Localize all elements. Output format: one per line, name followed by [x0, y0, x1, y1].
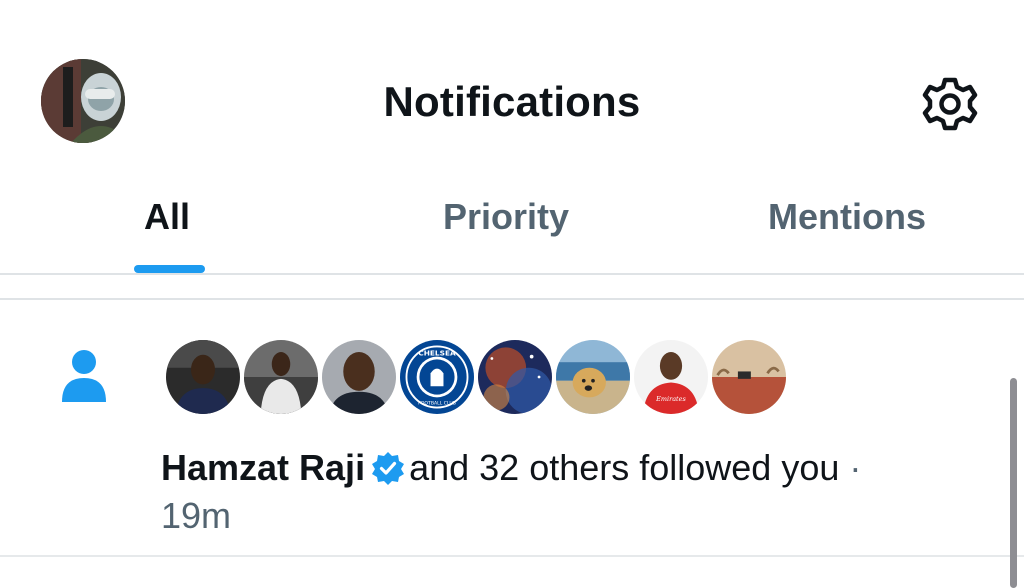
tab-priority[interactable]: Priority: [443, 190, 569, 274]
follower-avatar[interactable]: CHELSEA FOOTBALL CLUB: [397, 337, 477, 417]
badge-text-top: CHELSEA: [418, 349, 456, 358]
timestamp: 19m: [161, 495, 232, 536]
active-tab-indicator: [134, 265, 205, 273]
notification-text: Hamzat Raji and 32 others followed you ·: [161, 446, 961, 490]
follower-name-link[interactable]: Hamzat Raji: [161, 447, 365, 488]
follower-avatar[interactable]: Emirates: [631, 337, 711, 417]
follower-avatar[interactable]: [709, 337, 789, 417]
header: Notifications: [0, 0, 1024, 190]
gear-icon[interactable]: [918, 72, 982, 136]
follower-avatar[interactable]: [163, 337, 243, 417]
follower-avatar[interactable]: [553, 337, 633, 417]
tab-divider: [0, 273, 1024, 275]
page-title: Notifications: [383, 78, 641, 125]
jersey-sponsor-text: Emirates: [655, 395, 686, 403]
verified-badge-icon: [371, 451, 405, 485]
follower-avatars: CHELSEA FOOTBALL CLUB Emirates: [163, 337, 803, 417]
follower-avatar[interactable]: [475, 337, 555, 417]
badge-text-bottom: FOOTBALL CLUB: [418, 401, 456, 407]
tab-all-label: All: [144, 196, 191, 237]
tab-bar: All Priority Mentions: [0, 190, 1024, 274]
follower-avatar[interactable]: [319, 337, 399, 417]
scrollbar[interactable]: [1010, 378, 1017, 588]
person-icon: [60, 348, 108, 404]
tab-mentions[interactable]: Mentions: [768, 190, 926, 274]
notification-message: and 32 others followed you: [409, 447, 840, 488]
tab-priority-label: Priority: [443, 196, 570, 237]
separator-dot: ·: [849, 447, 862, 488]
tab-all[interactable]: All: [144, 190, 190, 274]
notification-divider: [0, 555, 1024, 557]
notification-item[interactable]: CHELSEA FOOTBALL CLUB Emirates Hamzat Ra…: [0, 300, 1024, 555]
follower-avatar[interactable]: [241, 337, 321, 417]
tab-mentions-label: Mentions: [768, 196, 926, 237]
